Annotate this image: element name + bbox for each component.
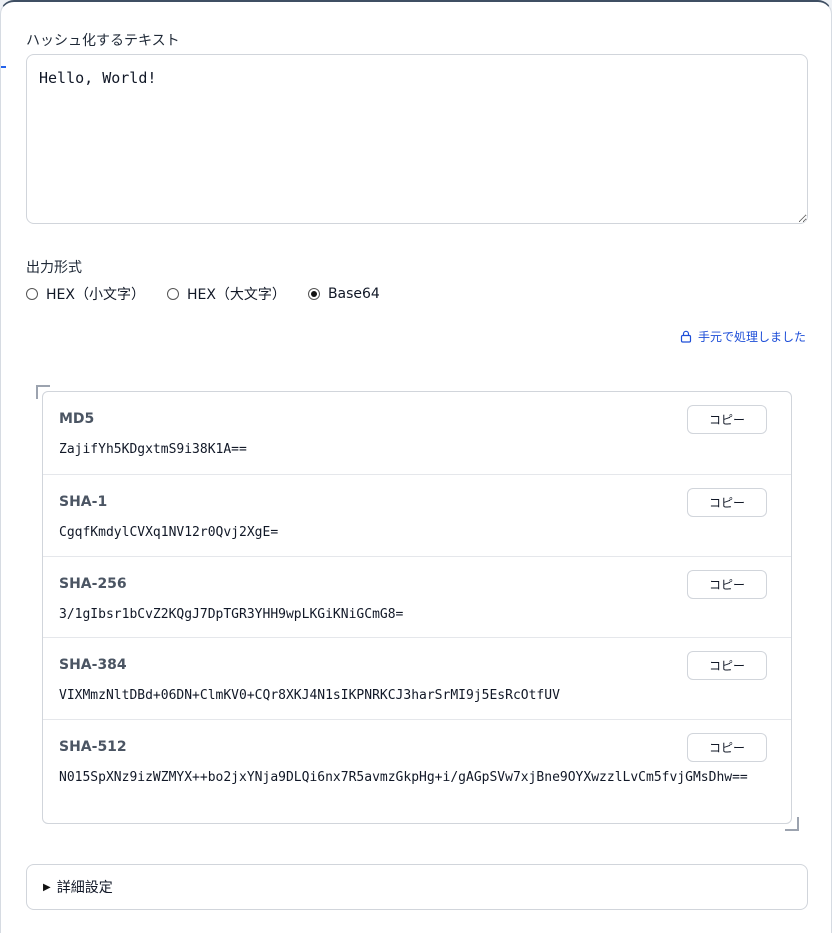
advanced-settings-toggle[interactable]: ▶ 詳細設定	[26, 864, 808, 910]
output-format-label: 出力形式	[26, 260, 82, 276]
copy-button-sha512[interactable]: コピー	[687, 733, 767, 762]
result-row-md5: MD5 コピー ZajifYh5KDgxtmS9i38K1A==	[43, 392, 791, 474]
result-row-sha512: SHA-512 コピー N015SpXNz9izWZMYX++bo2jxYNja…	[43, 719, 791, 824]
advanced-settings-label: 詳細設定	[56, 880, 113, 896]
radio-hex-upper[interactable]: HEX（大文字）	[166, 284, 286, 304]
hash-value: 3/1gIbsr1bCvZ2KQgJ7DpTGR3YHH9wpLKGiKNiGC…	[59, 607, 404, 622]
result-row-sha384: SHA-384 コピー VIXMmzNltDBd+06DN+ClmKV0+CQr…	[43, 637, 791, 720]
local-processing-text: 手元で処理しました	[697, 330, 806, 344]
hash-value: N015SpXNz9izWZMYX++bo2jxYNja9DLQi6nx7R5a…	[59, 770, 748, 785]
result-row-sha256: SHA-256 コピー 3/1gIbsr1bCvZ2KQgJ7DpTGR3YHH…	[43, 556, 791, 638]
hash-value: CgqfKmdylCVXq1NV12r0Qvj2XgE=	[59, 525, 279, 540]
result-row-sha1: SHA-1 コピー CgqfKmdylCVXq1NV12r0Qvj2XgE=	[43, 474, 791, 557]
output-format-group: HEX（小文字） HEX（大文字） Base64	[26, 285, 402, 303]
hash-value: VIXMmzNltDBd+06DN+ClmKV0+CQr8XKJ4N1sIKPN…	[59, 688, 560, 703]
radio-label-base64: Base64	[327, 286, 380, 302]
radio-base64[interactable]: Base64	[307, 286, 380, 302]
radio-label-hex-lower: HEX（小文字）	[46, 287, 145, 303]
radio-circle-hex-upper[interactable]	[166, 288, 179, 300]
radio-circle-hex-lower[interactable]	[26, 288, 38, 300]
algorithm-name: SHA-384	[59, 657, 127, 673]
disclosure-triangle-icon: ▶	[43, 881, 51, 893]
input-label: ハッシュ化するテキスト	[26, 33, 180, 49]
algorithm-name: SHA-256	[59, 576, 127, 592]
copy-button-sha384[interactable]: コピー	[687, 651, 767, 680]
hash-tool-card: ハッシュ化するテキスト 出力形式 HEX（小文字） HEX（大文字） Base6…	[0, 0, 832, 933]
hash-text-input[interactable]	[26, 54, 808, 224]
algorithm-name: SHA-1	[59, 494, 108, 510]
left-accent-marker	[1, 66, 6, 68]
copy-button-sha1[interactable]: コピー	[687, 488, 767, 517]
local-processing-note: 手元で処理しました	[680, 328, 806, 345]
copy-button-sha256[interactable]: コピー	[687, 570, 767, 599]
hash-results-panel: MD5 コピー ZajifYh5KDgxtmS9i38K1A== SHA-1 コ…	[42, 391, 792, 824]
radio-circle-base64[interactable]	[307, 288, 320, 300]
copy-button-md5[interactable]: コピー	[687, 405, 767, 434]
hash-value: ZajifYh5KDgxtmS9i38K1A==	[59, 442, 247, 457]
radio-hex-lower[interactable]: HEX（小文字）	[26, 284, 145, 304]
radio-label-hex-upper: HEX（大文字）	[186, 287, 286, 303]
algorithm-name: SHA-512	[59, 739, 127, 755]
algorithm-name: MD5	[59, 411, 95, 427]
lock-icon	[680, 330, 692, 343]
